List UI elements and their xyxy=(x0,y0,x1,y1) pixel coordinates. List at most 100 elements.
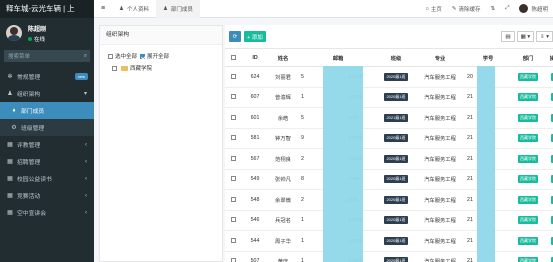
class-badge: 2020级1班 xyxy=(384,257,408,262)
row-checkbox[interactable] xyxy=(230,258,236,262)
sidebar-item-5[interactable]: ▦ 招聘管理 ‹ xyxy=(0,153,94,170)
app-title[interactable]: 释车城-云光车辆 | 上 xyxy=(0,0,94,18)
header-student-id[interactable]: 学号 xyxy=(465,48,511,67)
header-checkbox[interactable] xyxy=(230,54,236,60)
sidebar-item-4[interactable]: ▦ 评教管理 ‹ xyxy=(0,136,94,153)
tree-node-checkbox[interactable] xyxy=(112,65,117,71)
department-badge: 西藏学院 xyxy=(518,113,538,122)
sidebar-item-0[interactable]: ✻ 常规管理 new xyxy=(0,68,94,85)
email-prefix: 1 xyxy=(301,237,304,244)
sidebar-search-input[interactable]: 搜索菜单 ⌕ xyxy=(4,50,90,62)
row-select[interactable] xyxy=(225,148,243,170)
department-badge: 西藏学院 xyxy=(518,175,538,184)
header-class[interactable]: 班级 xyxy=(377,48,415,67)
sidebar-item-7[interactable]: ▦ 竞赛活动 ‹ xyxy=(0,187,94,204)
swap-icon[interactable]: ⇅ xyxy=(485,6,500,12)
row-checkbox[interactable] xyxy=(230,217,236,223)
header-department[interactable]: 部门 xyxy=(511,48,545,67)
cell-department: 西藏学院 xyxy=(511,230,545,252)
cell-name: 兵冠名 xyxy=(267,210,299,231)
sidebar-item-6[interactable]: ▦ 校园公益读书 ‹ xyxy=(0,170,94,187)
sidebar-item-2[interactable]: ♦ 部门成员 xyxy=(0,102,94,119)
table-row[interactable]: 607曾渝辉1g.com2020级1班汽车服务工程21西藏学院✎ xyxy=(225,87,553,108)
row-select[interactable] xyxy=(225,169,243,190)
row-select[interactable] xyxy=(225,189,243,211)
home-icon: ⌂ xyxy=(425,5,429,12)
refresh-button[interactable]: ⟳ xyxy=(229,31,241,42)
online-dot-icon xyxy=(28,36,32,41)
header-select-all[interactable] xyxy=(225,48,243,67)
table-row[interactable]: 624刘丽君5g.com2020级1班汽车服务工程20西藏学院✎ xyxy=(225,66,553,88)
fullscreen-icon[interactable]: ⤢ xyxy=(500,5,514,12)
row-checkbox[interactable] xyxy=(230,73,236,79)
tab-profile[interactable]: ♟ 个人资料 xyxy=(112,0,156,18)
class-badge: 2020级1班 xyxy=(384,216,408,225)
cell-department: 西藏学院 xyxy=(511,169,545,190)
select-all-checkbox[interactable] xyxy=(108,53,113,59)
cell-class: 2020级1班 xyxy=(377,66,415,88)
row-checkbox[interactable] xyxy=(230,155,236,161)
user-menu[interactable]: 陈超明 xyxy=(514,4,553,13)
class-badge: 2020级1班 xyxy=(384,154,408,163)
tab-department-members[interactable]: ♟ 部门成员 xyxy=(155,0,200,18)
table-row[interactable]: 549张帅凡8.com2020级1班汽车服务工程21西藏学院✎ xyxy=(225,169,553,190)
header-email[interactable]: 邮箱 xyxy=(299,48,377,67)
table-row[interactable]: 548余翠微2com2020级1班汽车服务工程21西藏学院✎ xyxy=(225,189,553,211)
add-button[interactable]: + 添加 xyxy=(244,31,266,42)
table-row[interactable]: 601余皓5com2021级1班汽车服务工程21西藏学院✎ xyxy=(225,107,553,129)
row-select[interactable] xyxy=(225,210,243,231)
chevron-icon: ‹ xyxy=(85,209,87,216)
header-major[interactable]: 专业 xyxy=(415,48,465,67)
sidebar-item-icon: ♟ xyxy=(7,91,13,97)
cell-department: 西藏学院 xyxy=(511,87,545,108)
header-id[interactable]: ID xyxy=(243,48,267,67)
row-checkbox[interactable] xyxy=(230,196,236,202)
home-link[interactable]: ⌂ 主页 xyxy=(421,5,447,13)
row-checkbox[interactable] xyxy=(230,176,236,182)
cell-name: 周子华 xyxy=(267,230,299,252)
cell-id: 601 xyxy=(243,107,267,129)
export-dropdown[interactable]: ⇩ ▾ xyxy=(536,31,553,42)
row-select[interactable] xyxy=(225,87,243,108)
cell-name: 钟万智 xyxy=(267,128,299,149)
row-checkbox[interactable] xyxy=(230,94,236,100)
columns-dropdown[interactable]: ▦ ▾ xyxy=(516,31,535,42)
row-select[interactable] xyxy=(225,251,243,262)
cell-major: 汽车服务工程 xyxy=(415,107,465,129)
table-row[interactable]: 544周子华1g.com2020级1班汽车服务工程21西藏学院✎ xyxy=(225,230,553,252)
row-checkbox[interactable] xyxy=(230,114,236,120)
cell-id: 549 xyxy=(243,169,267,190)
department-badge: 西藏学院 xyxy=(518,216,538,225)
tree-node-department[interactable]: 西藏学院 xyxy=(100,60,222,72)
email-prefix: 1 xyxy=(301,94,304,101)
navbar-avatar xyxy=(519,4,529,13)
top-navbar: ≡ ♟ 个人资料 ♟ 部门成员 ⌂ 主页 ✎ 清除缓存 ⇅ ⤢ 陈超明 xyxy=(94,0,553,18)
sidebar-item-8[interactable]: ▦ 空中宣讲会 ‹ xyxy=(0,204,94,221)
row-select[interactable] xyxy=(225,107,243,129)
sidebar-item-1[interactable]: ♟ 组织架构 ▾ xyxy=(0,85,94,102)
menu-toggle-icon[interactable]: ≡ xyxy=(94,5,112,12)
row-select[interactable] xyxy=(225,230,243,252)
header-name[interactable]: 姓名 xyxy=(267,48,299,67)
new-badge: new xyxy=(74,73,88,80)
sidebar-item-3[interactable]: ⚙ 班级管理 xyxy=(0,119,94,136)
table-row[interactable]: 581钟万智9g.com2020级1班汽车服务工程21西藏学院✎ xyxy=(225,128,553,149)
toggle-view-icon[interactable]: ▤ xyxy=(501,31,515,42)
email-prefix: 5 xyxy=(301,73,304,80)
expand-all-checkbox[interactable] xyxy=(140,53,146,59)
search-icon[interactable]: ⌕ xyxy=(84,53,87,60)
row-select[interactable] xyxy=(225,128,243,149)
cell-name: 曾渝辉 xyxy=(267,87,299,108)
table-row[interactable]: 567范栩良2g.com2020级1班汽车服务工程21西藏学院✎ xyxy=(225,148,553,170)
row-select[interactable] xyxy=(225,66,243,88)
redaction-email xyxy=(323,66,363,262)
row-checkbox[interactable] xyxy=(230,237,236,243)
table-row[interactable]: 507黄庆1g.com2020级1班汽车服务工程21西藏学院✎ xyxy=(225,251,553,262)
sidebar-item-label: 招聘管理 xyxy=(17,160,41,166)
cell-class: 2020级1班 xyxy=(377,189,415,211)
table-row[interactable]: 546兵冠名1g.com2020级1班汽车服务工程21西藏学院✎ xyxy=(225,210,553,231)
clear-cache-button[interactable]: ✎ 清除缓存 xyxy=(447,5,486,13)
class-badge: 2020级1班 xyxy=(384,72,408,81)
expand-all-label: 展开全部 xyxy=(147,54,170,60)
row-checkbox[interactable] xyxy=(230,135,236,141)
